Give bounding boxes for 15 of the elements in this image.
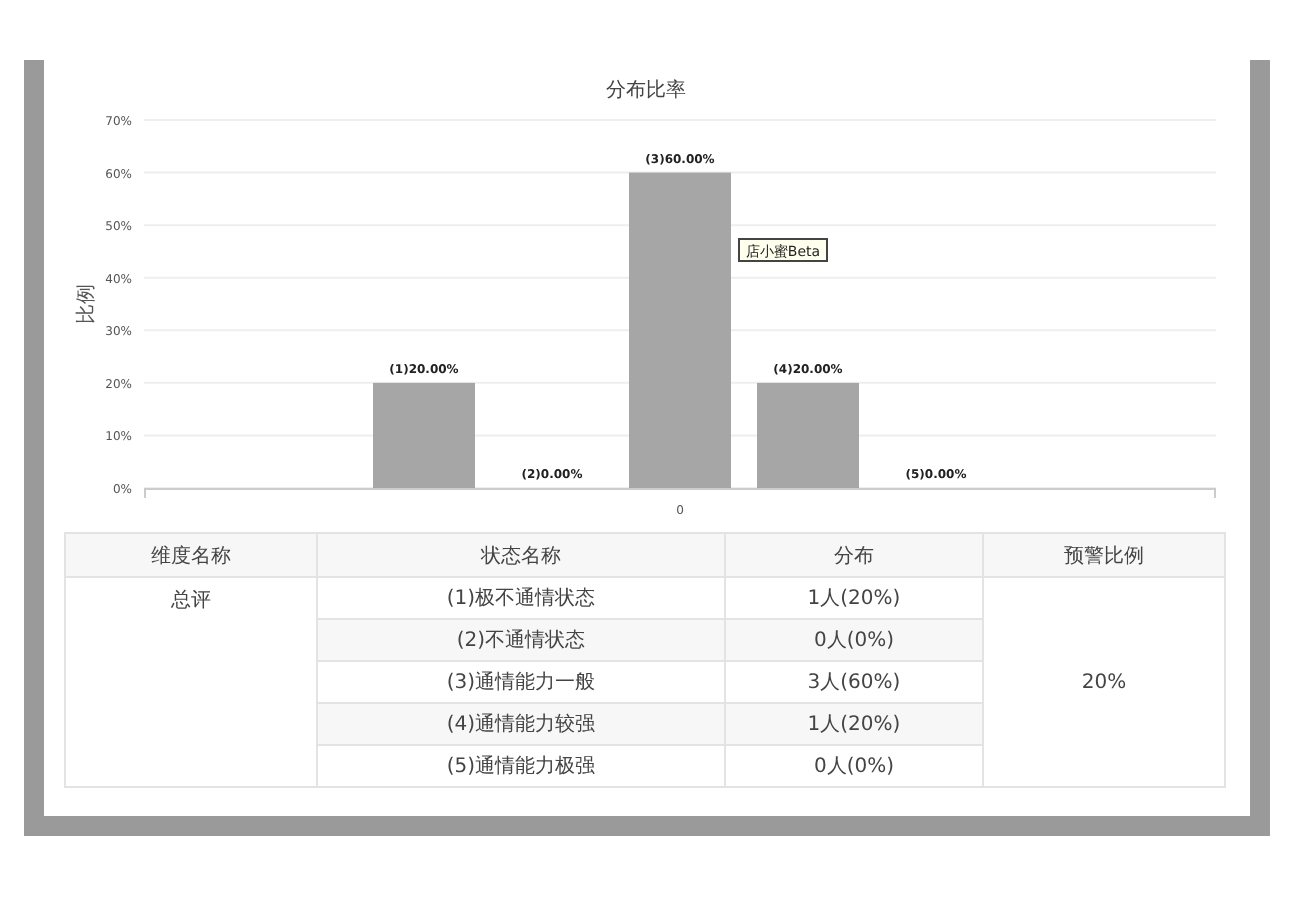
table-cell: 0人(0%) — [725, 619, 983, 661]
table-cell: (2)不通情状态 — [317, 619, 725, 661]
bar — [757, 382, 859, 488]
column-header: 维度名称 — [65, 533, 317, 577]
table-cell: 1人(20%) — [725, 703, 983, 745]
column-header: 状态名称 — [317, 533, 725, 577]
chart-title: 分布比率 — [606, 80, 686, 102]
y-axis-label: 比例 — [76, 284, 98, 324]
bar — [373, 382, 475, 488]
table-cell: 20% — [983, 577, 1225, 787]
column-header: 预警比例 — [983, 533, 1225, 577]
table-cell: (4)通情能力较强 — [317, 703, 725, 745]
table-cell: (5)通情能力极强 — [317, 745, 725, 787]
table-cell: 总评 — [65, 577, 317, 787]
column-header: 分布 — [725, 533, 983, 577]
